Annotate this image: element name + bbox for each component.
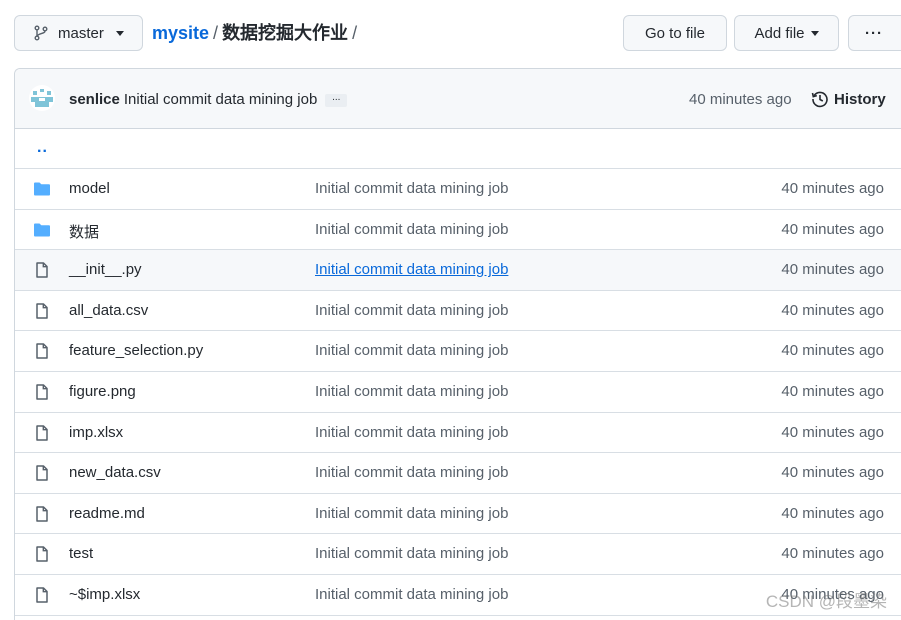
file-row[interactable]: figure.png Initial commit data mining job… — [15, 372, 901, 413]
parent-directory-row[interactable]: .. — [15, 129, 901, 169]
file-row[interactable]: readme.md Initial commit data mining job 4… — [15, 494, 901, 535]
expand-commit-button[interactable]: ... — [325, 92, 348, 107]
watermark: CSDN @段墨染 — [765, 592, 887, 611]
file-icon — [33, 303, 51, 319]
history-icon — [811, 91, 828, 108]
file-name-link[interactable]: 数据 — [69, 221, 99, 242]
chevron-down-icon — [115, 30, 124, 36]
history-label: History — [834, 90, 886, 108]
history-link[interactable]: History — [811, 90, 886, 108]
breadcrumb-repo-link[interactable]: mysite — [152, 23, 209, 43]
file-browser: senlice Initial commit data mining job...… — [14, 68, 901, 620]
file-commit-time: 40 minutes ago — [781, 382, 884, 400]
file-commit-time: 40 minutes ago — [781, 423, 884, 441]
file-name-link[interactable]: ~$imp.xlsx — [69, 586, 140, 603]
repo-header: master mysite / 数据挖掘大作业 / Go to file Add fi… — [0, 0, 901, 68]
file-row[interactable]: imp.xlsx Initial commit data mining job 40… — [15, 413, 901, 454]
file-list: model Initial commit data mining job 40 mi… — [15, 169, 901, 616]
folder-icon — [33, 222, 51, 238]
file-commit-time: 40 minutes ago — [781, 504, 884, 522]
add-file-button[interactable]: Add file — [734, 15, 839, 51]
file-icon — [33, 546, 51, 563]
latest-commit-bar: senlice Initial commit data mining job...… — [15, 69, 901, 129]
file-commit-time: 40 minutes ago — [781, 220, 884, 238]
file-commit-time: 40 minutes ago — [781, 464, 884, 482]
file-commit-message-link[interactable]: Initial commit data mining job — [315, 464, 508, 481]
file-commit-time: 40 minutes ago — [781, 261, 884, 279]
file-commit-message-link[interactable]: Initial commit data mining job — [315, 261, 508, 278]
file-name-link[interactable]: figure.png — [69, 383, 136, 400]
parent-directory-link[interactable]: .. — [37, 139, 48, 157]
breadcrumb-directory: 数据挖掘大作业 — [222, 23, 349, 43]
file-name-link[interactable]: feature_selection.py — [69, 342, 203, 359]
file-row[interactable]: test Initial commit data mining job 40 min… — [15, 534, 901, 575]
chevron-down-icon — [810, 30, 819, 36]
commit-time: 40 minutes ago — [689, 91, 792, 108]
add-file-label: Add file — [754, 24, 805, 42]
file-commit-message-link[interactable]: Initial commit data mining job — [315, 424, 508, 441]
file-name-link[interactable]: __init__.py — [69, 261, 142, 278]
git-branch-icon — [34, 25, 48, 41]
file-name-link[interactable]: imp.xlsx — [69, 424, 123, 441]
file-commit-message-link[interactable]: Initial commit data mining job — [315, 180, 508, 197]
file-commit-message-link[interactable]: Initial commit data mining job — [315, 505, 508, 522]
file-icon — [33, 465, 51, 481]
folder-icon — [33, 181, 51, 197]
file-commit-message-link[interactable]: Initial commit data mining job — [315, 342, 508, 359]
breadcrumb: mysite / 数据挖掘大作业 / — [152, 22, 361, 44]
file-commit-time: 40 minutes ago — [781, 180, 884, 197]
more-options-button[interactable]: ··· — [848, 15, 901, 51]
file-row[interactable]: __init__.py Initial commit data mining jo… — [15, 250, 901, 291]
kebab-icon: ··· — [865, 24, 883, 42]
go-to-file-button[interactable]: Go to file — [623, 15, 727, 51]
file-commit-time: 40 minutes ago — [781, 301, 884, 319]
file-row[interactable]: all_data.csv Initial commit data mining j… — [15, 291, 901, 332]
file-commit-time: 40 minutes ago — [781, 545, 884, 563]
file-commit-message-link[interactable]: Initial commit data mining job — [315, 221, 508, 238]
file-row[interactable]: model Initial commit data mining job 40 mi… — [15, 169, 901, 210]
file-icon — [33, 424, 51, 441]
file-commit-message-link[interactable]: Initial commit data mining job — [315, 586, 508, 603]
file-icon — [33, 262, 51, 278]
file-name-link[interactable]: test — [69, 545, 93, 562]
commit-summary: senlice Initial commit data mining job... — [69, 91, 348, 108]
file-name-link[interactable]: model — [69, 180, 110, 197]
file-row[interactable]: new_data.csv Initial commit data mining j… — [15, 453, 901, 494]
go-to-file-label: Go to file — [644, 24, 706, 42]
file-icon — [33, 343, 51, 360]
file-icon — [33, 587, 51, 603]
commit-author[interactable]: senlice — [69, 91, 120, 108]
file-name-link[interactable]: new_data.csv — [69, 464, 161, 481]
file-commit-message-link[interactable]: Initial commit data mining job — [315, 383, 508, 400]
breadcrumb-trailing-separator: / — [352, 23, 358, 43]
file-row[interactable]: feature_selection.py Initial commit data … — [15, 331, 901, 372]
branch-name: master — [58, 24, 104, 42]
file-commit-message-link[interactable]: Initial commit data mining job — [315, 545, 508, 562]
file-icon — [33, 384, 51, 400]
file-commit-time: 40 minutes ago — [781, 342, 884, 360]
file-name-link[interactable]: readme.md — [69, 505, 145, 522]
avatar[interactable] — [29, 85, 55, 111]
breadcrumb-separator: / — [213, 23, 219, 43]
file-icon — [33, 506, 51, 522]
file-row[interactable]: 数据 Initial commit data mining job 40 minut… — [15, 210, 901, 251]
file-commit-message-link[interactable]: Initial commit data mining job — [315, 302, 508, 319]
commit-message[interactable]: Initial commit data mining job — [124, 91, 317, 108]
file-name-link[interactable]: all_data.csv — [69, 302, 148, 319]
branch-selector-button[interactable]: master — [14, 15, 143, 51]
